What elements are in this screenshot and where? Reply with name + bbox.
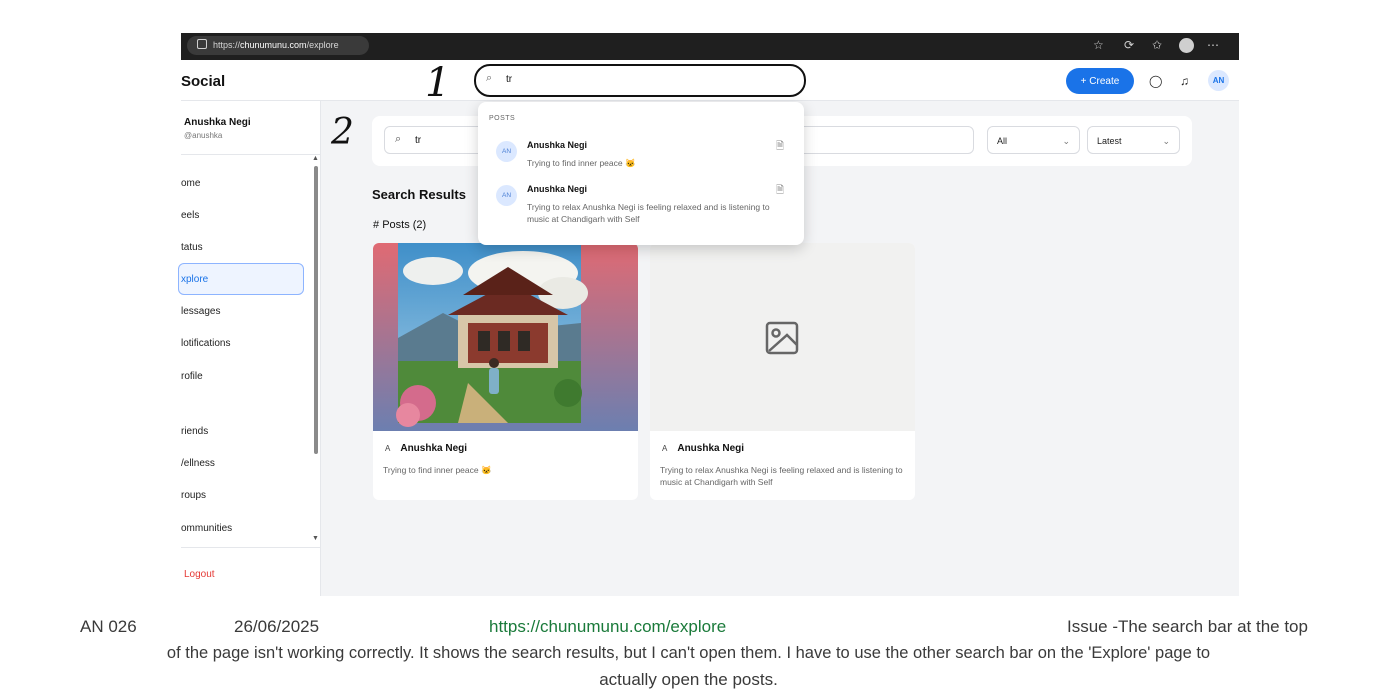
url-path: /explore	[306, 40, 339, 50]
author-avatar: A	[662, 444, 668, 453]
sidebar-divider	[181, 154, 321, 155]
author-name: Anushka Negi	[400, 443, 468, 454]
extensions-icon[interactable]: ⟳	[1124, 38, 1134, 52]
sidebar-item-communities[interactable]: ommunities	[181, 523, 232, 534]
sidebar-item-home[interactable]: ome	[181, 178, 200, 189]
profile-handle: @anushka	[184, 131, 223, 140]
author-name: Anushka Negi	[677, 443, 745, 454]
result-author[interactable]: Anushka Negi	[527, 184, 587, 194]
browser-profile-icon[interactable]	[1179, 38, 1194, 53]
image-placeholder	[650, 243, 915, 431]
post-author[interactable]: A Anushka Negi	[662, 443, 744, 454]
logout-button[interactable]: Logout	[184, 569, 215, 580]
search-icon: ⌕	[486, 72, 493, 84]
annotation-number-1: 1	[425, 60, 451, 106]
posts-section-label: # Posts (2)	[373, 219, 426, 231]
app-logo[interactable]: Social	[181, 73, 225, 90]
plus-icon: +	[1080, 76, 1090, 87]
sidebar-item-explore[interactable]: xplore	[181, 274, 208, 285]
result-text[interactable]: Trying to relax Anushka Negi is feeling …	[527, 201, 777, 225]
result-text[interactable]: Trying to find inner peace 🐱	[527, 157, 777, 169]
post-image	[373, 243, 638, 431]
results-title: Search Results	[372, 187, 466, 202]
chat-icon[interactable]: ◯	[1149, 74, 1162, 88]
sidebar-item-wellness[interactable]: /ellness	[181, 458, 215, 469]
document-icon: 🗎	[776, 141, 785, 152]
sidebar-item-reels[interactable]: eels	[181, 210, 199, 221]
user-avatar[interactable]: AN	[1208, 70, 1229, 91]
create-button[interactable]: + Create	[1066, 68, 1134, 94]
result-author[interactable]: Anushka Negi	[527, 140, 587, 150]
scroll-down-arrow-icon[interactable]: ▼	[312, 535, 319, 542]
sort-filter-value: Latest	[1097, 136, 1122, 146]
caption-issue-line2: of the page isn't working correctly. It …	[166, 644, 1211, 662]
sidebar-item-groups[interactable]: roups	[181, 490, 206, 501]
post-text: Trying to find inner peace 🐱	[383, 465, 492, 475]
caption-url[interactable]: https://chunumunu.com/explore	[489, 617, 726, 637]
search-icon: ⌕	[395, 133, 402, 145]
post-text: Trying to relax Anushka Negi is feeling …	[660, 465, 903, 487]
site-info-icon[interactable]	[197, 39, 207, 49]
top-search-value: tr	[506, 74, 513, 85]
sidebar-scrollbar[interactable]	[314, 166, 318, 454]
profile-name[interactable]: Anushka Negi	[184, 117, 251, 128]
sort-filter-select[interactable]: Latest ⌄	[1087, 126, 1180, 154]
annotation-number-2: 2	[331, 112, 354, 153]
author-avatar: A	[385, 444, 391, 453]
document-icon: 🗎	[776, 185, 785, 196]
chevron-down-icon: ⌄	[1162, 136, 1170, 146]
scroll-up-arrow-icon[interactable]: ▲	[312, 155, 319, 162]
caption-date: 26/06/2025	[234, 617, 320, 636]
sidebar-item-friends[interactable]: riends	[181, 426, 208, 437]
result-avatar: AN	[496, 141, 517, 162]
more-icon[interactable]: ⋯	[1207, 38, 1219, 52]
explore-search-value: tr	[415, 135, 422, 146]
post-card[interactable]: A Anushka Negi Trying to relax Anushka Ne…	[650, 243, 915, 500]
url-host: chunumunu.com	[240, 40, 307, 50]
sidebar-divider-bottom	[181, 547, 321, 548]
caption-issue-line3: actually open the posts.	[599, 670, 778, 689]
post-author[interactable]: A Anushka Negi	[385, 443, 467, 454]
dropdown-section-label: POSTS	[489, 115, 516, 122]
result-avatar: AN	[496, 185, 517, 206]
caption-id: AN 026	[80, 617, 137, 636]
create-label: Create	[1089, 76, 1120, 87]
type-filter-select[interactable]: All ⌄	[987, 126, 1080, 154]
image-icon	[765, 321, 799, 355]
star-icon[interactable]: ☆	[1093, 38, 1104, 52]
address-bar[interactable]: https://chunumunu.com/explore	[187, 36, 369, 55]
sidebar-item-messages[interactable]: lessages	[181, 306, 220, 317]
post-card[interactable]: A Anushka Negi Trying to find inner peace…	[373, 243, 638, 500]
posts-count-label: Posts (2)	[382, 219, 427, 231]
type-filter-value: All	[997, 136, 1008, 146]
sidebar-item-notifications[interactable]: lotifications	[181, 338, 230, 349]
chevron-down-icon: ⌄	[1062, 136, 1070, 146]
url-scheme: https://	[213, 40, 241, 50]
favorites-icon[interactable]: ✩	[1152, 38, 1162, 52]
caption-issue-line1: Issue -The search bar at the top	[1067, 617, 1308, 636]
top-search-input[interactable]: ⌕ tr	[474, 64, 806, 97]
hash-icon: #	[373, 219, 383, 231]
bell-icon[interactable]: ♫	[1180, 74, 1189, 88]
sidebar-item-status[interactable]: tatus	[181, 242, 203, 253]
sidebar-item-profile[interactable]: rofile	[181, 371, 203, 382]
